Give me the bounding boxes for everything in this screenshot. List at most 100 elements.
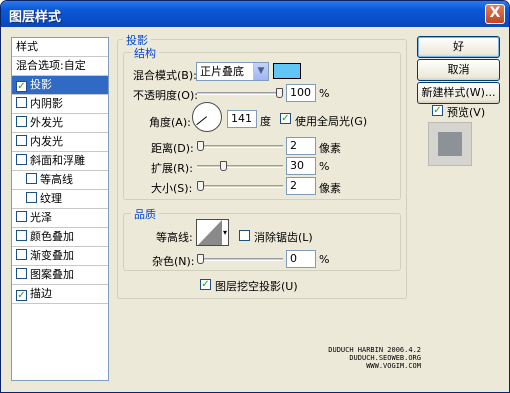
close-button[interactable]: X <box>485 4 505 24</box>
angle-field[interactable]: 141 <box>227 110 257 128</box>
sidebar-item-label: 纹理 <box>40 192 62 205</box>
angle-label: 角度(A): <box>149 116 191 129</box>
color-overlay-checkbox[interactable] <box>16 230 27 241</box>
size-field[interactable]: 2 <box>286 177 316 195</box>
sidebar-item-satin[interactable]: 光泽 <box>12 209 108 228</box>
title-bar[interactable]: 图层样式 X <box>1 1 509 27</box>
angle-unit: 度 <box>260 115 271 128</box>
shadow-color-swatch[interactable] <box>273 63 301 79</box>
style-preview <box>428 122 472 166</box>
preview-label: 预览(V) <box>447 106 486 119</box>
anti-alias-checkbox[interactable] <box>239 230 250 241</box>
knockout-checkbox[interactable]: ✓ <box>200 279 211 290</box>
sidebar-item-contour[interactable]: 等高线 <box>12 171 108 190</box>
chevron-down-icon: ▾ <box>222 228 227 237</box>
size-unit: 像素 <box>319 182 341 195</box>
anti-alias-label: 消除锯齿(L) <box>254 231 313 244</box>
opacity-field[interactable]: 100 <box>286 84 316 102</box>
spread-slider-thumb[interactable] <box>220 161 227 171</box>
styles-list: 样式 混合选项:自定 ✓ 投影 内阴影 外发光 内发光 斜面和浮雕 等高线 纹理 … <box>11 37 109 381</box>
opacity-label: 不透明度(O): <box>133 89 198 102</box>
watermark: DUDUCH HARBIN 2006.4.2 DUDUCH.SEOWEB.ORG… <box>301 346 421 370</box>
watermark-line-2: DUDUCH.SEOWEB.ORG <box>349 354 421 362</box>
size-slider-track[interactable] <box>197 185 283 188</box>
noise-unit: % <box>319 253 330 266</box>
watermark-line-1: DUDUCH HARBIN 2006.4.2 <box>328 346 421 354</box>
size-label: 大小(S): <box>151 182 193 195</box>
watermark-line-3: WWW.VOGIM.COM <box>366 362 421 370</box>
sidebar-item-label: 等高线 <box>40 173 73 186</box>
gradient-overlay-checkbox[interactable] <box>16 249 27 260</box>
outer-glow-checkbox[interactable] <box>16 116 27 127</box>
sidebar-item-label: 投影 <box>30 78 52 91</box>
contour-label: 等高线: <box>156 231 193 244</box>
sidebar-item-label: 颜色叠加 <box>30 230 74 243</box>
distance-label: 距离(D): <box>151 142 194 155</box>
satin-checkbox[interactable] <box>16 211 27 222</box>
cancel-button[interactable]: 取消 <box>417 59 500 81</box>
distance-field[interactable]: 2 <box>286 137 316 155</box>
sidebar-item-color-overlay[interactable]: 颜色叠加 <box>12 228 108 247</box>
layer-style-dialog: 图层样式 X 样式 混合选项:自定 ✓ 投影 内阴影 外发光 内发光 斜面和浮雕 … <box>0 0 510 393</box>
bevel-emboss-checkbox[interactable] <box>16 154 27 165</box>
sidebar-item-label: 内发光 <box>30 135 63 148</box>
sidebar-item-label: 混合选项:自定 <box>16 59 86 72</box>
sidebar-item-inner-glow[interactable]: 内发光 <box>12 133 108 152</box>
contour-picker[interactable]: ▾ <box>196 219 229 246</box>
angle-dial[interactable] <box>192 102 222 132</box>
sidebar-item-label: 渐变叠加 <box>30 249 74 262</box>
style-preview-swatch <box>438 132 462 156</box>
preview-checkbox[interactable]: ✓ <box>432 105 443 116</box>
sidebar-item-label: 光泽 <box>30 211 52 224</box>
sidebar-item-inner-shadow[interactable]: 内阴影 <box>12 95 108 114</box>
distance-slider-track[interactable] <box>197 145 283 148</box>
contour-curve-icon <box>198 220 222 245</box>
sidebar-item-label: 外发光 <box>30 116 63 129</box>
spread-label: 扩展(R): <box>151 162 193 175</box>
pattern-overlay-checkbox[interactable] <box>16 268 27 279</box>
spread-field[interactable]: 30 <box>286 157 316 175</box>
opacity-slider-thumb[interactable] <box>276 88 283 98</box>
sidebar-item-gradient-overlay[interactable]: 渐变叠加 <box>12 247 108 266</box>
inner-shadow-checkbox[interactable] <box>16 97 27 108</box>
structure-title: 结构 <box>131 45 159 61</box>
spread-slider-track[interactable] <box>197 165 283 168</box>
sidebar-item-outer-glow[interactable]: 外发光 <box>12 114 108 133</box>
spread-unit: % <box>319 160 330 173</box>
stroke-checkbox[interactable]: ✓ <box>16 290 27 301</box>
noise-slider-track[interactable] <box>197 258 283 261</box>
sidebar-item-pattern-overlay[interactable]: 图案叠加 <box>12 266 108 285</box>
knockout-label: 图层挖空投影(U) <box>215 280 298 293</box>
distance-slider-thumb[interactable] <box>197 141 204 151</box>
blend-mode-select[interactable]: 正片叠底 ▼ <box>196 62 269 81</box>
distance-unit: 像素 <box>319 142 341 155</box>
sidebar-item-texture[interactable]: 纹理 <box>12 190 108 209</box>
size-slider-thumb[interactable] <box>197 181 204 191</box>
sidebar-item-drop-shadow[interactable]: ✓ 投影 <box>12 76 108 95</box>
noise-slider-thumb[interactable] <box>197 254 204 264</box>
blend-mode-label: 混合模式(B): <box>133 69 197 82</box>
drop-shadow-checkbox[interactable]: ✓ <box>16 81 27 92</box>
noise-label: 杂色(N): <box>152 255 195 268</box>
styles-list-header: 样式 <box>12 38 108 57</box>
sidebar-item-label: 斜面和浮雕 <box>30 154 85 167</box>
opacity-unit: % <box>319 87 330 100</box>
blend-mode-value: 正片叠底 <box>200 65 244 78</box>
texture-checkbox[interactable] <box>26 192 37 203</box>
ok-button[interactable]: 好 <box>417 36 500 58</box>
noise-field[interactable]: 0 <box>286 250 316 268</box>
sidebar-item-label: 内阴影 <box>30 97 63 110</box>
chevron-down-icon: ▼ <box>253 63 268 80</box>
sidebar-item-stroke[interactable]: ✓ 描边 <box>12 285 108 304</box>
contour-checkbox[interactable] <box>26 173 37 184</box>
angle-dial-needle <box>196 116 207 126</box>
opacity-slider-track[interactable] <box>197 92 283 95</box>
inner-glow-checkbox[interactable] <box>16 135 27 146</box>
sidebar-item-label: 描边 <box>30 287 52 300</box>
sidebar-item-bevel-emboss[interactable]: 斜面和浮雕 <box>12 152 108 171</box>
new-style-button[interactable]: 新建样式(W)... <box>417 82 500 104</box>
sidebar-item-label: 图案叠加 <box>30 268 74 281</box>
global-light-checkbox[interactable]: ✓ <box>280 113 291 124</box>
sidebar-item-blending-options[interactable]: 混合选项:自定 <box>12 57 108 76</box>
global-light-label: 使用全局光(G) <box>295 115 368 128</box>
